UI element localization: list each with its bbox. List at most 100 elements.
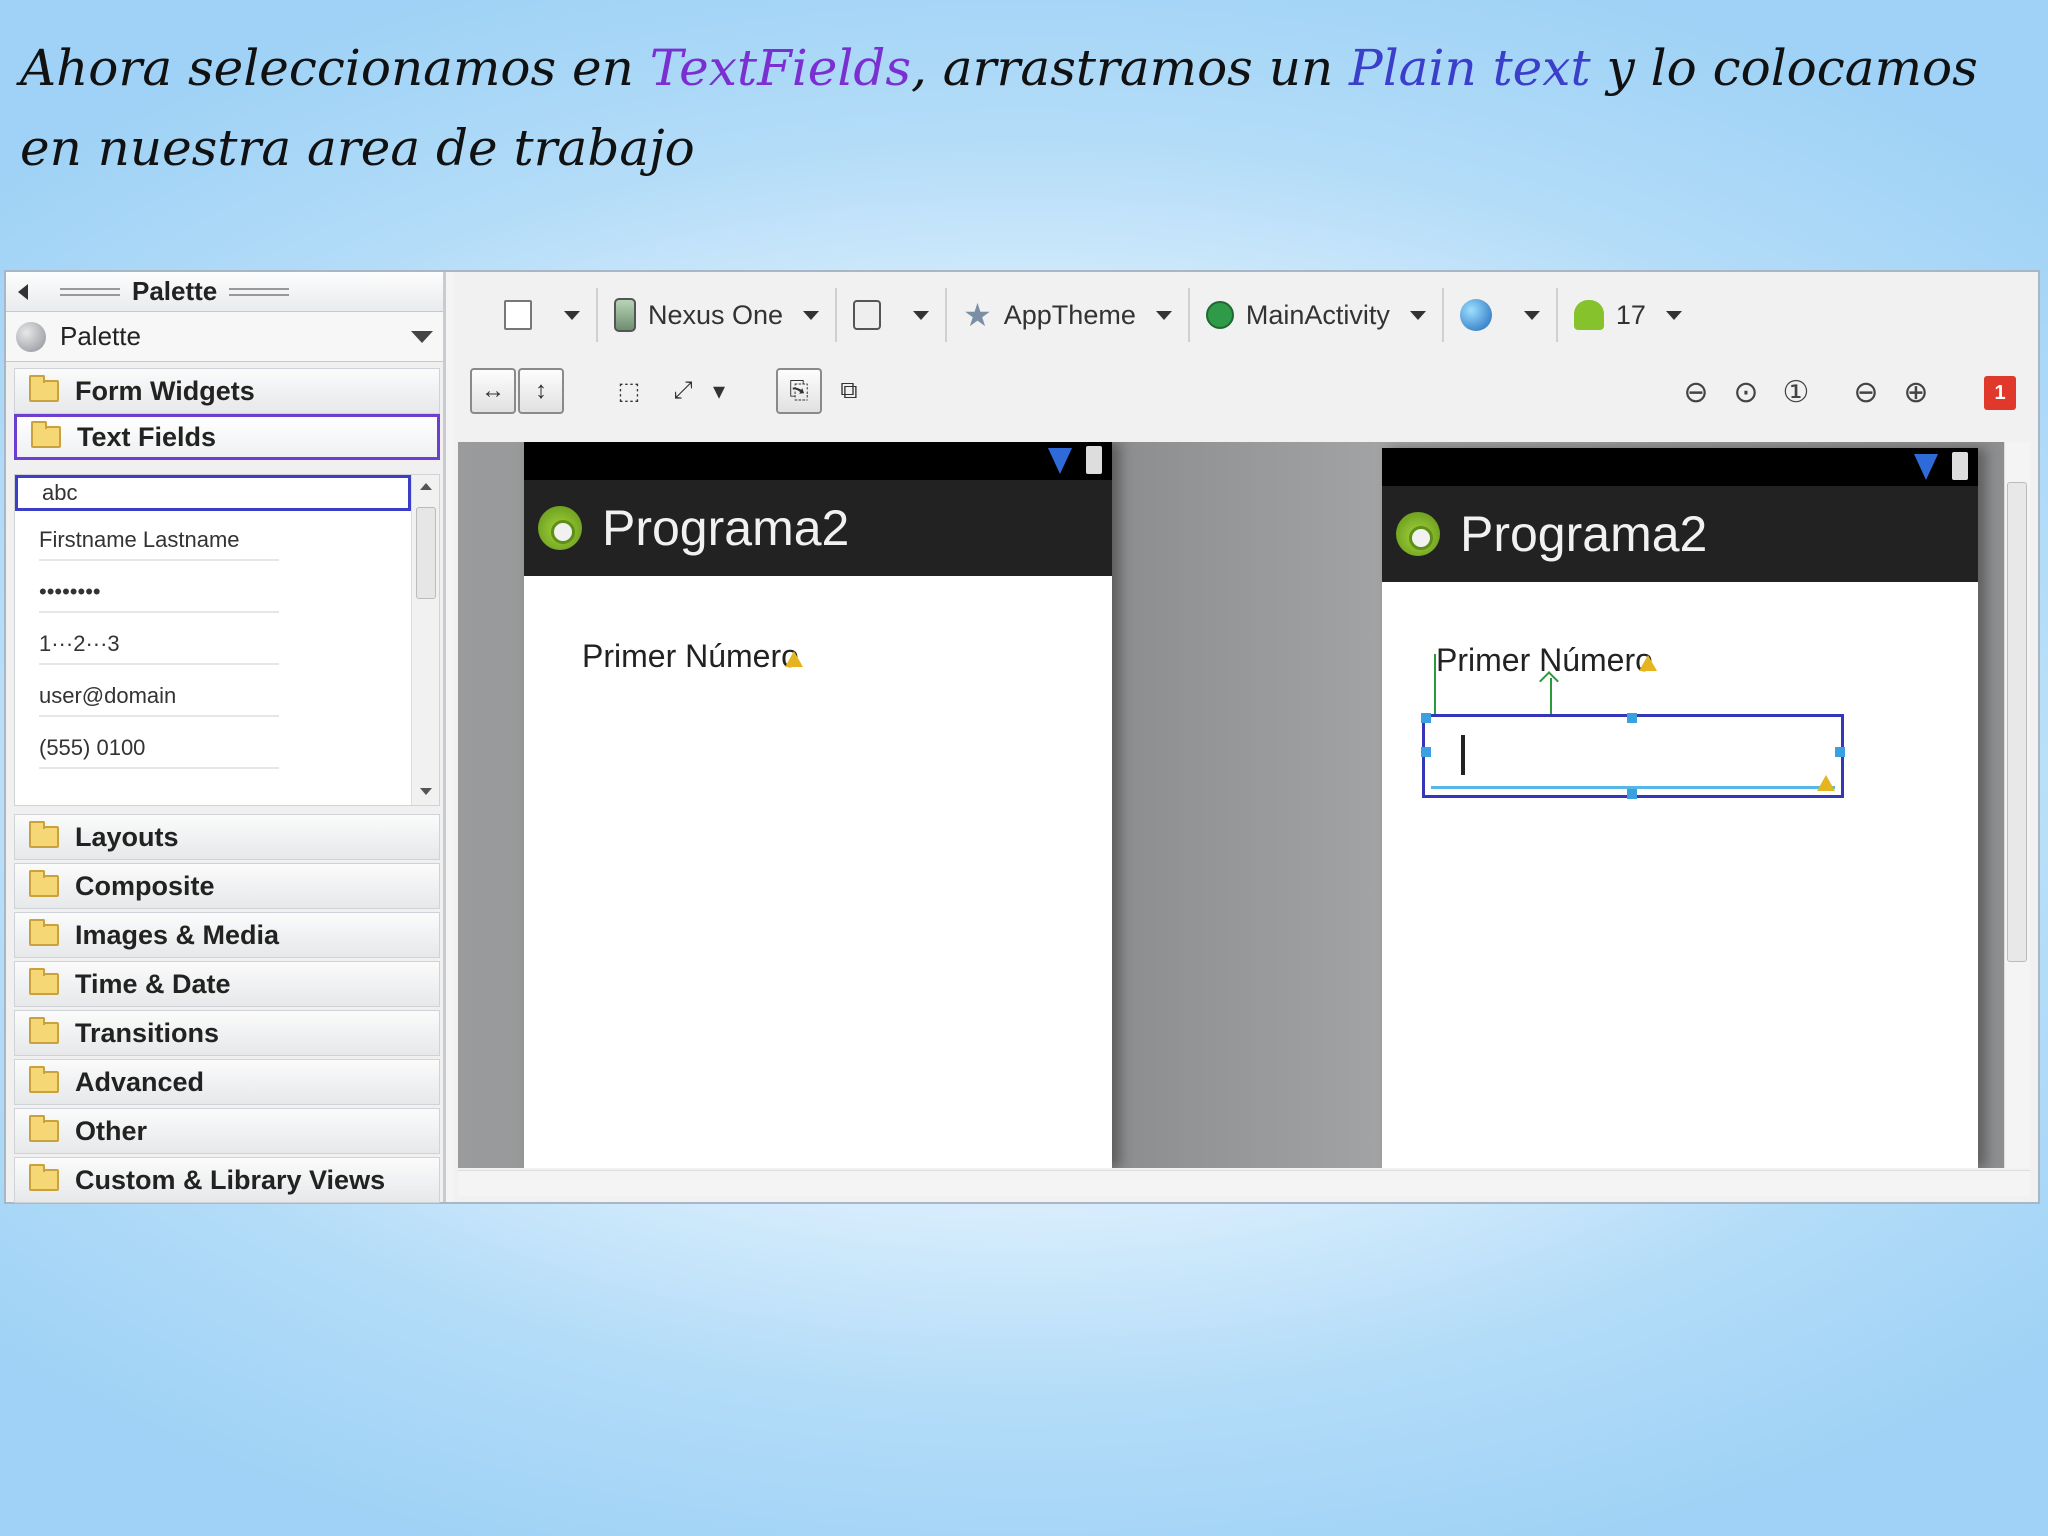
battery-icon [1952,452,1968,480]
fill-width-button[interactable]: ↔ [470,368,516,414]
label-text: Primer Número [582,638,799,674]
star-icon: ★ [963,297,992,333]
config-chooser[interactable] [488,288,598,342]
category-transitions[interactable]: Transitions [14,1010,440,1056]
baseline-button[interactable]: ⎘ [776,368,822,414]
caption-highlight-plaintext: Plain text [1349,39,1591,97]
locale-chooser[interactable] [1444,288,1558,342]
plain-text-field[interactable] [1421,713,1845,799]
centering-button[interactable]: ⧉ [826,368,872,414]
caption-highlight-textfields: TextFields [649,39,911,97]
palette-header[interactable]: Palette [6,272,443,312]
chevron-down-icon[interactable]: ▾ [704,368,734,414]
chevron-down-icon[interactable] [564,310,580,320]
android-icon [538,506,582,550]
theme-chooser[interactable]: ★ AppTheme [947,288,1190,342]
category-images-media[interactable]: Images & Media [14,912,440,958]
warning-icon [784,650,803,667]
action-bar: Programa2 [1382,486,1978,582]
category-custom-library-views[interactable]: Custom & Library Views [14,1157,440,1203]
device-preview-before: Programa2 Primer Número [524,442,1112,1168]
device-chooser[interactable]: Nexus One [598,288,838,342]
category-label: Form Widgets [75,375,255,406]
device-label: Nexus One [648,299,784,330]
resize-handle[interactable] [1421,713,1431,723]
ide-screenshot: Palette Palette Form Widgets Text Fields… [4,270,2040,1204]
fill-height-button[interactable]: ↕ [518,368,564,414]
folder-icon [29,968,59,995]
scroll-up-icon[interactable] [420,483,432,490]
palette-item-email[interactable]: user@domain [39,677,279,717]
category-label: Advanced [75,1066,205,1097]
category-text-fields[interactable]: Text Fields [14,414,440,460]
android-icon [1396,512,1440,556]
drag-grip [229,287,290,296]
error-badge[interactable]: 1 [1984,376,2016,410]
layout-toolbar: ↔ ↕ ⬚ ⤢ ▾ ⎘ ⧉ ⊖ ⊙ ① ⊖ ⊕ 1 [454,368,2038,420]
category-composite[interactable]: Composite [14,863,440,909]
scroll-thumb[interactable] [2007,482,2027,962]
status-bar [1382,448,1978,486]
zoom-fit-icon[interactable]: ⊖ [1676,372,1716,412]
zoom-in-icon[interactable]: ⊕ [1896,372,1936,412]
palette-item-number[interactable]: 1···2···3 [39,625,279,665]
alignment-guide [1434,654,1436,714]
folder-icon [29,1164,59,1191]
category-advanced[interactable]: Advanced [14,1059,440,1105]
alignment-guide-arrow [1550,678,1552,714]
expand-button[interactable]: ⤢ [660,368,706,414]
zoom-out-icon[interactable]: ⊖ [1846,372,1886,412]
palette-selector[interactable]: Palette [6,312,443,362]
phone-icon [614,298,636,332]
chevron-down-icon[interactable] [411,330,433,343]
globe-icon [1459,299,1492,331]
scroll-down-icon[interactable] [420,788,432,795]
label-primer-numero[interactable]: Primer Número [582,638,803,675]
run-icon [1205,301,1234,329]
palette-item-password[interactable]: •••••••• [39,573,279,613]
chevron-down-icon[interactable] [1665,310,1682,320]
layout-editor: Nexus One ★ AppTheme MainActivity 17 ↔ ↕ … [454,272,2038,1202]
margins-button[interactable]: ⬚ [606,368,652,414]
text-fields-list: abc Firstname Lastname •••••••• 1···2···… [14,474,440,806]
canvas-vertical-scrollbar[interactable] [2004,442,2030,1168]
zoom-100-icon[interactable]: ① [1776,372,1816,412]
palette-item-phone[interactable]: (555) 0100 [39,729,279,769]
chevron-down-icon[interactable] [1409,310,1426,320]
triangle-left-icon[interactable] [18,283,28,300]
palette-item-person-name[interactable]: Firstname Lastname [39,521,279,561]
resize-handle[interactable] [1835,747,1845,757]
label-text: Primer Número [1436,642,1653,678]
chevron-down-icon[interactable] [1523,310,1540,320]
app-title: Programa2 [602,500,850,556]
category-form-widgets[interactable]: Form Widgets [14,368,440,414]
activity-chooser[interactable]: MainActivity [1190,288,1444,342]
document-icon [504,300,532,330]
canvas-horizontal-scrollbar[interactable] [458,1170,2030,1196]
zoom-real-icon[interactable]: ⊙ [1726,372,1766,412]
chevron-down-icon[interactable] [913,310,930,320]
category-label: Transitions [75,1017,220,1048]
scroll-thumb[interactable] [416,507,436,599]
palette-scrollbar[interactable] [411,475,439,805]
palette-item-plain-text[interactable]: abc [15,475,411,511]
api-level-label: 17 [1615,299,1646,330]
warning-icon [1638,654,1657,671]
chevron-down-icon[interactable] [1155,310,1172,320]
caption-part2: , arrastramos un [911,39,1350,97]
folder-icon [29,821,59,848]
orientation-chooser[interactable] [837,288,948,342]
theme-label: AppTheme [1003,299,1136,330]
category-other[interactable]: Other [14,1108,440,1154]
resize-handle[interactable] [1627,713,1637,723]
folder-icon [29,1066,59,1093]
action-bar: Programa2 [524,480,1112,576]
api-level-chooser[interactable]: 17 [1558,288,1698,342]
resize-handle[interactable] [1421,747,1431,757]
chevron-down-icon[interactable] [803,310,820,320]
activity-label: MainActivity [1245,299,1390,330]
category-layouts[interactable]: Layouts [14,814,440,860]
resize-handle[interactable] [1627,789,1637,799]
design-canvas[interactable]: Programa2 Primer Número Programa2 Primer… [458,442,2030,1168]
category-time-date[interactable]: Time & Date [14,961,440,1007]
